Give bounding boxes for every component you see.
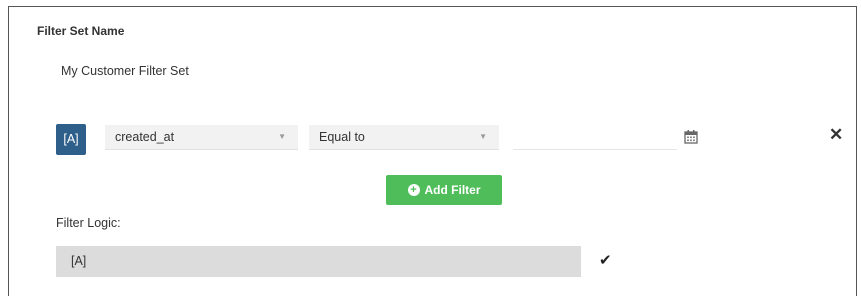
filter-set-name-value[interactable]: My Customer Filter Set xyxy=(61,64,189,78)
filter-logic-label: Filter Logic: xyxy=(56,216,121,230)
add-filter-button[interactable]: + Add Filter xyxy=(386,175,502,205)
filter-logic-input[interactable]: [A] xyxy=(56,246,581,277)
check-icon[interactable]: ✔ xyxy=(599,253,612,269)
filter-set-name-label: Filter Set Name xyxy=(37,24,125,38)
field-select[interactable]: created_at ▼ xyxy=(105,125,298,150)
operator-select-value: Equal to xyxy=(319,130,365,144)
calendar-icon[interactable] xyxy=(683,129,699,145)
close-icon[interactable]: ✕ xyxy=(829,125,843,145)
filter-badge: [A] xyxy=(56,124,86,155)
chevron-down-icon: ▼ xyxy=(278,132,286,141)
plus-circle-icon: + xyxy=(407,184,420,196)
filter-set-panel: Filter Set Name My Customer Filter Set [… xyxy=(8,6,857,296)
operator-select[interactable]: Equal to ▼ xyxy=(309,125,499,150)
field-select-value: created_at xyxy=(115,130,175,144)
chevron-down-icon: ▼ xyxy=(479,132,487,141)
date-value-input[interactable] xyxy=(513,125,677,150)
add-filter-label: Add Filter xyxy=(424,183,481,197)
